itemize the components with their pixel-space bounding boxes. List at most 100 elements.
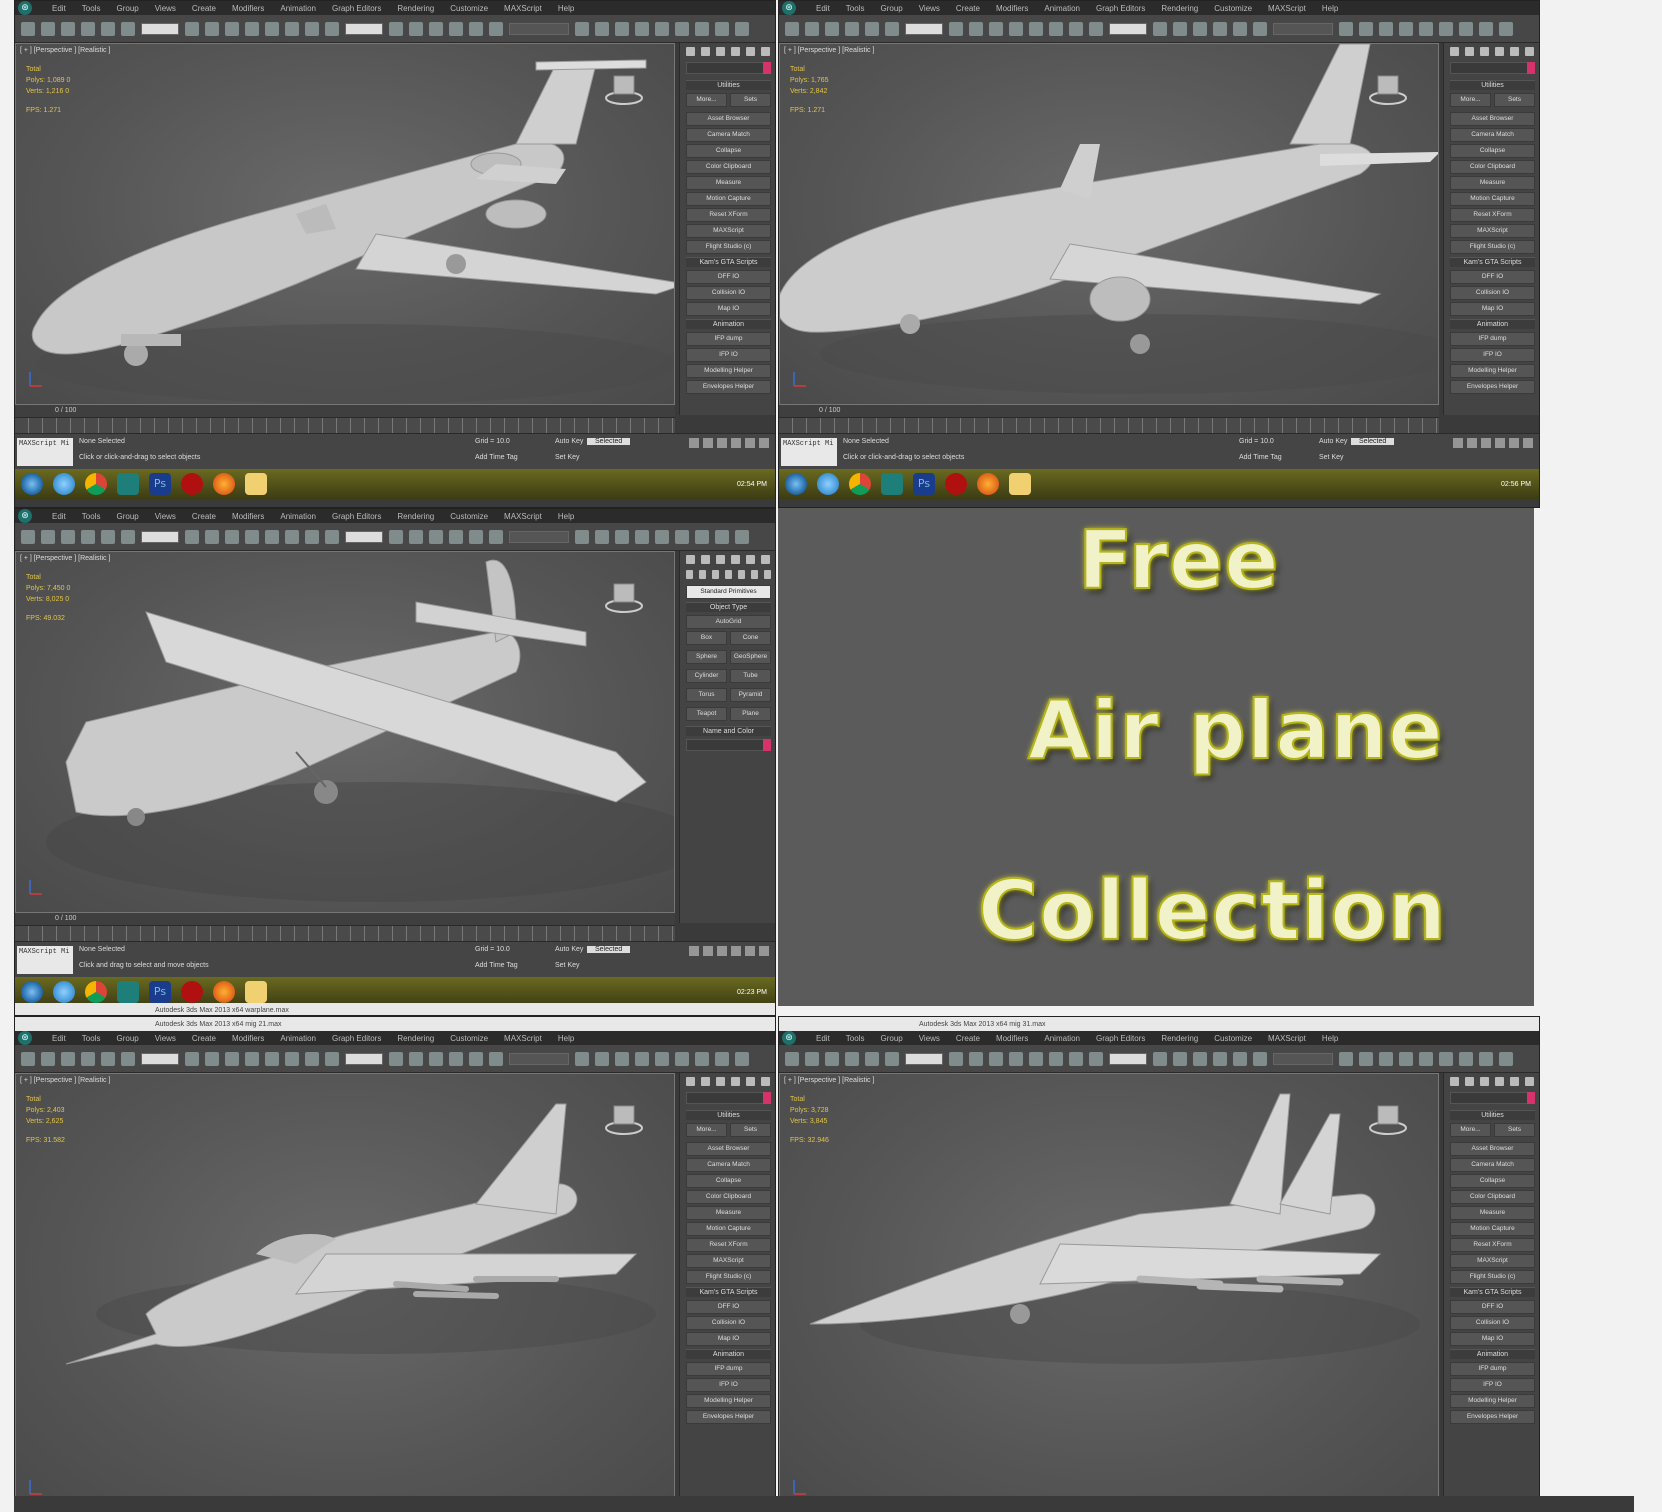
toolbar-tool-icon[interactable] [305,529,319,544]
menu-item[interactable]: Graph Editors [1088,4,1153,13]
toolbar-tool-icon[interactable] [1089,1051,1103,1066]
menu-item[interactable]: Views [147,1034,184,1043]
firefox-icon[interactable] [213,981,235,1003]
menu-item[interactable]: Help [550,512,582,521]
name-field[interactable] [1450,1092,1535,1104]
toolbar-tool-icon[interactable] [655,1051,669,1066]
gta-scripts-header[interactable]: Kam's GTA Scripts [1450,1287,1535,1297]
playback-icon[interactable] [1495,438,1505,448]
utility-button[interactable]: Color Clipboard [1450,160,1535,174]
utility-button[interactable]: Measure [686,1206,771,1220]
toolbar-tool-icon[interactable] [245,1051,259,1066]
menu-item[interactable]: Tools [838,1034,873,1043]
toolbar-tool-icon[interactable] [735,1051,749,1066]
utilities-tab-icon[interactable] [761,555,770,564]
toolbar-tool-icon[interactable] [245,21,259,36]
helper-button[interactable]: Modelling Helper [686,1394,771,1408]
primitive-button[interactable]: Plane [730,707,771,721]
primitive-button[interactable]: Teapot [686,707,727,721]
animation-button[interactable]: IFP IO [686,348,771,362]
toolbar-tool-icon[interactable] [949,1051,963,1066]
reference-coord-dropdown[interactable] [1109,22,1147,35]
utility-button[interactable]: Collapse [686,1174,771,1188]
sets-button[interactable]: Sets [1494,93,1535,107]
hierarchy-tab-icon[interactable] [1480,1077,1489,1086]
menu-item[interactable]: Modifiers [988,4,1036,13]
perspective-viewport[interactable]: [ + ] [Perspective ] [Realistic ] Total Po… [15,43,675,405]
reference-coord-dropdown[interactable] [345,22,383,35]
toolbar-tool-icon[interactable] [655,21,669,36]
utility-button[interactable]: Measure [1450,1206,1535,1220]
primitive-button[interactable]: Torus [686,688,727,702]
toolbar-tool-icon[interactable] [1029,21,1043,36]
command-panel-tabs[interactable] [1450,1077,1535,1086]
app-logo-icon[interactable]: ⊛ [782,1,796,15]
menu-item[interactable]: Help [1314,4,1346,13]
toolbar-tool-icon[interactable] [635,529,649,544]
toolbar-tool-icon[interactable] [865,1051,879,1066]
toolbar-tool-icon[interactable] [121,1051,135,1066]
toolbar-tool-icon[interactable] [785,1051,799,1066]
photoshop-icon[interactable]: Ps [149,981,171,1003]
primitive-button[interactable]: GeoSphere [730,650,771,664]
toolbar-tool-icon[interactable] [1499,1051,1513,1066]
menu-item[interactable]: Create [948,1034,988,1043]
toolbar-tool-icon[interactable] [409,529,423,544]
toolbar-tool-icon[interactable] [1419,1051,1433,1066]
utility-button[interactable]: Asset Browser [686,112,771,126]
gta-script-button[interactable]: Collision IO [1450,286,1535,300]
firefox-icon[interactable] [213,473,235,495]
display-tab-icon[interactable] [746,555,755,564]
toolbar-tool-icon[interactable] [1359,21,1373,36]
named-selection-dropdown[interactable] [509,530,569,543]
folder-icon[interactable] [245,981,267,1003]
utility-button[interactable]: Motion Capture [1450,1222,1535,1236]
add-time-tag[interactable]: Add Time Tag [475,454,518,461]
create-tab-icon[interactable] [1450,47,1459,56]
display-tab-icon[interactable] [746,47,755,56]
maxscript-listener[interactable]: MAXScript Mi [17,946,73,974]
command-panel-tabs[interactable] [686,47,771,56]
toolbar-tool-icon[interactable] [409,1051,423,1066]
playback-icon[interactable] [1523,438,1533,448]
selection-filter-dropdown[interactable] [905,22,943,35]
name-field[interactable] [686,1092,771,1104]
toolbar-tool-icon[interactable] [101,1051,115,1066]
viewcube-icon[interactable] [604,70,644,106]
airplane-model[interactable] [780,1074,1438,1459]
viewcube-icon[interactable] [1368,70,1408,106]
utilities-tab-icon[interactable] [1525,1077,1534,1086]
utilities-rollout-header[interactable]: Utilities [686,1110,771,1120]
perspective-viewport[interactable]: [ + ] [Perspective ] [Realistic ] Total Po… [15,551,675,913]
motion-tab-icon[interactable] [731,47,740,56]
toolbar-tool-icon[interactable] [285,21,299,36]
toolbar-tool-icon[interactable] [595,21,609,36]
toolbar-tool-icon[interactable] [675,529,689,544]
menu-item[interactable]: Animation [1036,1034,1088,1043]
firefox-icon[interactable] [977,473,999,495]
toolbar-tool-icon[interactable] [1049,21,1063,36]
toolbar-tool-icon[interactable] [1339,1051,1353,1066]
utility-button[interactable]: Asset Browser [1450,1142,1535,1156]
toolbar-tool-icon[interactable] [1153,21,1167,36]
menu-item[interactable]: Create [184,512,224,521]
viewcube-icon[interactable] [604,578,644,614]
toolbar-tool-icon[interactable] [429,529,443,544]
app-logo-icon[interactable]: ⊛ [18,1,32,15]
toolbar-tool-icon[interactable] [1193,21,1207,36]
menu-item[interactable]: Help [550,4,582,13]
gta-script-button[interactable]: DFF IO [1450,270,1535,284]
more-button[interactable]: More... [1450,1123,1491,1137]
menu-item[interactable]: Animation [272,512,324,521]
toolbar-tool-icon[interactable] [225,1051,239,1066]
playback-icon[interactable] [759,438,769,448]
command-panel-tabs[interactable] [686,1077,771,1086]
motion-tab-icon[interactable] [731,555,740,564]
helpers-icon[interactable] [738,570,745,579]
toolbar-tool-icon[interactable] [61,1051,75,1066]
red-app-icon[interactable] [945,473,967,495]
menu-item[interactable]: Rendering [1153,1034,1206,1043]
utility-button[interactable]: Camera Match [686,1158,771,1172]
toolbar-tool-icon[interactable] [1459,21,1473,36]
toolbar-tool-icon[interactable] [81,1051,95,1066]
